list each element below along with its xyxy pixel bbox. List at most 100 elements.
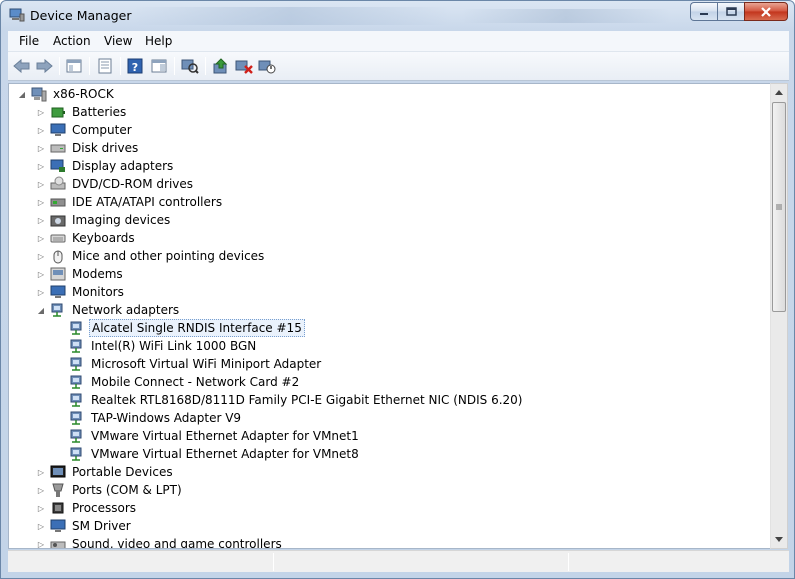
expand-arrow-icon[interactable]: ▷ (36, 283, 46, 301)
network-adapter-item[interactable]: Alcatel Single RNDIS Interface #15 (55, 319, 305, 337)
category-label: Sound, video and game controllers (72, 537, 282, 549)
disable-device-button[interactable] (257, 57, 277, 75)
expand-arrow-icon[interactable]: ▷ (36, 481, 46, 499)
vertical-scrollbar[interactable] (770, 83, 788, 549)
expand-arrow-icon[interactable]: ▷ (36, 229, 46, 247)
expand-arrow-icon[interactable]: ▷ (36, 535, 46, 549)
uninstall-button[interactable] (234, 57, 254, 75)
expand-arrow-icon[interactable]: ▷ (36, 139, 46, 157)
device-label: TAP-Windows Adapter V9 (91, 411, 242, 425)
uninstall-icon (235, 60, 253, 74)
scroll-down-arrow[interactable] (771, 531, 787, 548)
device-label: Intel(R) WiFi Link 1000 BGN (91, 339, 257, 353)
maximize-button[interactable] (717, 2, 744, 21)
tree-category[interactable]: ▷ IDE ATA/ATAPI controllers (36, 193, 224, 211)
scan-hardware-button[interactable] (180, 57, 200, 75)
network-adapter-icon (70, 375, 82, 389)
update-driver-button[interactable] (211, 57, 231, 75)
show-action-pane-button[interactable] (149, 57, 169, 75)
collapse-arrow-icon[interactable]: ◢ (17, 85, 27, 103)
expand-arrow-icon[interactable]: ▷ (36, 517, 46, 535)
keyboard-icon (50, 234, 66, 243)
status-bar (8, 550, 789, 572)
network-adapter-icon (70, 357, 82, 371)
category-label: Portable Devices (72, 465, 173, 479)
tree-category[interactable]: ▷ Keyboards (36, 229, 137, 247)
properties-icon (98, 58, 112, 74)
blurred-background (461, 9, 671, 23)
expand-arrow-icon[interactable]: ▷ (36, 463, 46, 481)
update-driver-icon (213, 58, 228, 74)
category-label: Display adapters (72, 159, 174, 173)
device-tree[interactable]: ◢ x86-ROCK ▷ Batteries ▷ Computer ▷ Disk driv… (8, 83, 771, 549)
menu-view[interactable]: View (104, 34, 132, 48)
show-hide-tree-button[interactable] (64, 57, 84, 75)
tree-category[interactable]: ▷ Mice and other pointing devices (36, 247, 266, 265)
minimize-button[interactable] (690, 2, 717, 21)
expand-arrow-icon[interactable]: ▷ (36, 175, 46, 193)
tree-category[interactable]: ▷ SM Driver (36, 517, 133, 535)
expand-arrow-icon[interactable]: ▷ (36, 265, 46, 283)
tree-category[interactable]: ▷ Computer (36, 121, 134, 139)
collapse-arrow-icon[interactable]: ◢ (36, 301, 46, 319)
title-bar[interactable]: Device Manager (1, 1, 794, 31)
network-adapter-item[interactable]: VMware Virtual Ethernet Adapter for VMne… (55, 445, 361, 463)
expand-arrow-icon[interactable]: ▷ (36, 103, 46, 121)
ide-controller-icon (50, 198, 66, 207)
menu-action[interactable]: Action (53, 34, 91, 48)
menu-file[interactable]: File (19, 34, 39, 48)
expand-arrow-icon[interactable]: ▷ (36, 193, 46, 211)
scroll-thumb[interactable] (772, 102, 786, 312)
network-adapter-item[interactable]: Realtek RTL8168D/8111D Family PCI-E Giga… (55, 391, 524, 409)
network-adapter-item[interactable]: VMware Virtual Ethernet Adapter for VMne… (55, 427, 361, 445)
tree-category[interactable]: ▷ Monitors (36, 283, 126, 301)
network-adapter-icon (70, 339, 82, 353)
help-button[interactable]: ? (125, 57, 145, 75)
tree-category[interactable]: ▷ DVD/CD-ROM drives (36, 175, 195, 193)
network-adapter-icon (70, 411, 82, 425)
sm-driver-icon (50, 519, 66, 532)
expand-arrow-icon[interactable]: ▷ (36, 499, 46, 517)
device-label: VMware Virtual Ethernet Adapter for VMne… (91, 447, 359, 461)
camera-icon (50, 215, 66, 227)
scroll-up-arrow[interactable] (771, 84, 787, 101)
tree-category[interactable]: ▷ Portable Devices (36, 463, 175, 481)
expand-arrow-icon[interactable]: ▷ (36, 211, 46, 229)
down-arrow-icon (775, 537, 783, 542)
processor-icon (52, 502, 64, 514)
network-adapter-icon (70, 447, 82, 461)
scan-hardware-icon (181, 59, 199, 74)
category-label: Processors (72, 501, 137, 515)
expand-arrow-icon[interactable]: ▷ (36, 121, 46, 139)
forward-icon (36, 59, 53, 73)
tree-category[interactable]: ▷ Batteries (36, 103, 128, 121)
network-adapter-item[interactable]: TAP-Windows Adapter V9 (55, 409, 243, 427)
tree-category[interactable]: ▷ Ports (COM & LPT) (36, 481, 184, 499)
tree-category[interactable]: ▷ Imaging devices (36, 211, 172, 229)
show-action-pane-icon (151, 59, 167, 73)
tree-category[interactable]: ▷ Display adapters (36, 157, 175, 175)
tree-root[interactable]: ◢ x86-ROCK (17, 85, 116, 103)
device-manager-icon (9, 8, 25, 22)
properties-button[interactable] (95, 57, 115, 75)
network-adapter-icon (70, 393, 82, 407)
tree-category-network-adapters[interactable]: ◢ Network adapters (36, 301, 181, 319)
tree-category[interactable]: ▷ Disk drives (36, 139, 140, 157)
expand-arrow-icon[interactable]: ▷ (36, 157, 46, 175)
menu-help[interactable]: Help (145, 34, 172, 48)
network-adapter-item[interactable]: Microsoft Virtual WiFi Miniport Adapter (55, 355, 323, 373)
tree-category[interactable]: ▷ Processors (36, 499, 138, 517)
tree-category[interactable]: ▷ Sound, video and game controllers (36, 535, 284, 549)
port-icon (52, 483, 64, 497)
tree-category[interactable]: ▷ Modems (36, 265, 125, 283)
network-adapter-item[interactable]: Intel(R) WiFi Link 1000 BGN (55, 337, 258, 355)
category-label: IDE ATA/ATAPI controllers (72, 195, 223, 209)
close-button[interactable] (744, 2, 788, 21)
back-button[interactable] (12, 57, 32, 75)
expand-arrow-icon[interactable]: ▷ (36, 247, 46, 265)
network-adapter-item[interactable]: Mobile Connect - Network Card #2 (55, 373, 301, 391)
forward-button[interactable] (34, 57, 54, 75)
